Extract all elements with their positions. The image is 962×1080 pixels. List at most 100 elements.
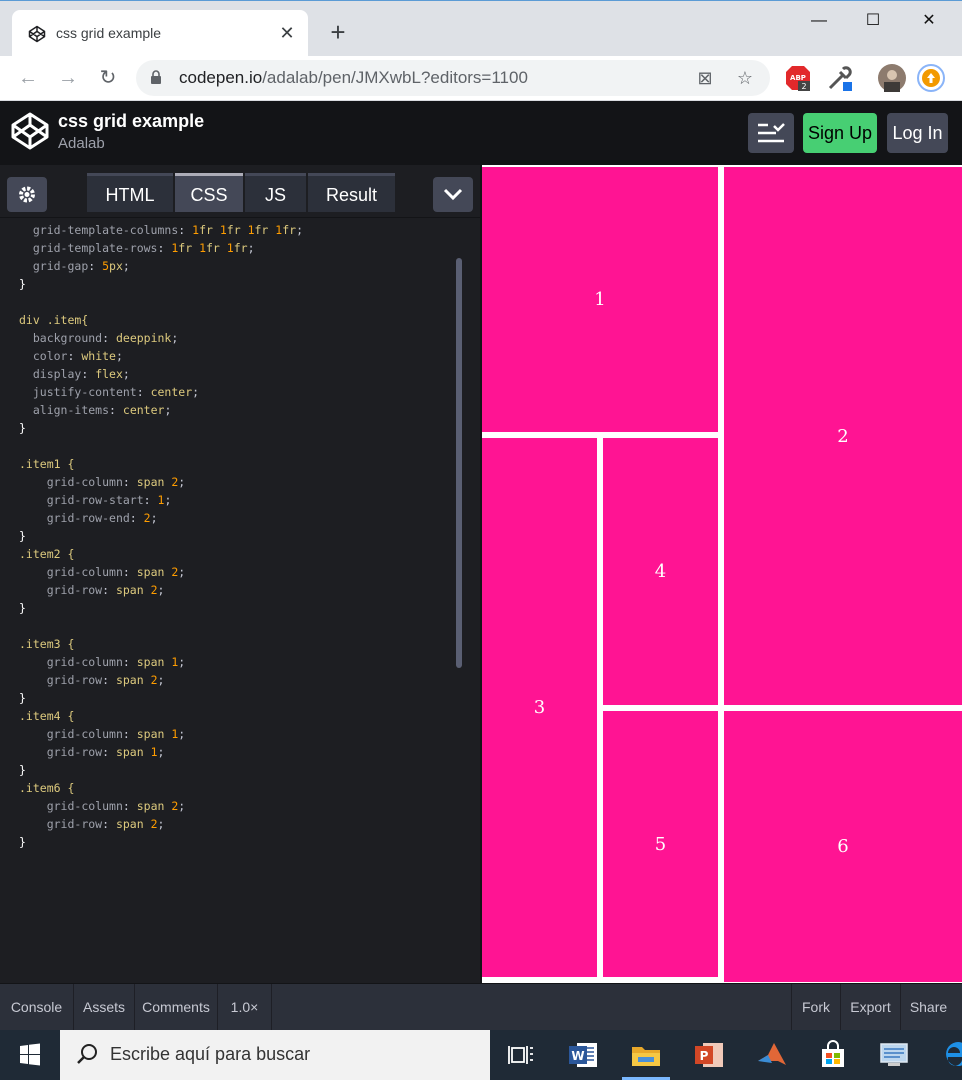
browser-toolbar: ← → ↻ codepen.io/adalab/pen/JMXwbL?edito…: [0, 56, 962, 101]
tab-html[interactable]: HTML: [87, 173, 173, 212]
code-line: }: [19, 835, 26, 849]
code-line: grid-row: span 1;: [46, 745, 165, 759]
translate-icon[interactable]: ⊠: [694, 67, 716, 89]
tab-js[interactable]: JS: [245, 173, 306, 212]
code-line: grid-column: span 1;: [46, 727, 186, 741]
grid-item-2: 2: [724, 167, 962, 705]
code-line: }: [19, 421, 26, 435]
tab-result[interactable]: Result: [308, 173, 395, 212]
tab-close-icon[interactable]: ✕: [276, 22, 298, 44]
code-line: grid-gap: 5px;: [32, 259, 130, 273]
code-line: .item2 {: [19, 547, 75, 561]
forward-arrow-icon[interactable]: →: [54, 64, 82, 92]
console-button[interactable]: Console: [0, 984, 74, 1031]
code-line: grid-column: span 2;: [46, 565, 186, 579]
grid-item-3: 3: [482, 438, 597, 977]
code-line: grid-template-rows: 1fr 1fr 1fr;: [32, 241, 255, 255]
windows-taskbar: Escribe aquí para buscar W P: [0, 1030, 962, 1080]
search-icon: [77, 1044, 97, 1064]
eyedropper-extension-icon[interactable]: [826, 64, 854, 92]
codepen-footer: Console Assets Comments 1.0× Fork Export…: [0, 983, 962, 1031]
adblock-extension-icon[interactable]: ABP 2: [784, 64, 812, 92]
editor-scrollbar[interactable]: [456, 258, 462, 668]
code-line: grid-template-columns: 1fr 1fr 1fr 1fr;: [32, 223, 304, 237]
code-line: background: deeppink;: [32, 331, 179, 345]
zoom-button[interactable]: 1.0×: [218, 984, 272, 1031]
windows-start-icon[interactable]: [0, 1030, 60, 1080]
comments-button[interactable]: Comments: [135, 984, 218, 1031]
grid-item-1: 1: [482, 167, 718, 432]
control-panel-icon[interactable]: [876, 1037, 912, 1073]
code-line: grid-column: span 2;: [46, 475, 186, 489]
tab-css[interactable]: CSS: [175, 173, 243, 212]
lock-icon: [151, 70, 161, 84]
code-line: }: [19, 529, 26, 543]
code-line: .item6 {: [19, 781, 75, 795]
change-view-button[interactable]: [748, 113, 794, 153]
code-line: color: white;: [32, 349, 123, 363]
code-line: }: [19, 601, 26, 615]
signup-button[interactable]: Sign Up: [803, 113, 877, 153]
code-line: grid-column: span 2;: [46, 799, 186, 813]
maximize-button[interactable]: ☐: [850, 7, 896, 35]
login-button[interactable]: Log In: [887, 113, 948, 153]
editor-tab-bar: HTML CSS JS Result: [0, 165, 480, 218]
powerpoint-icon[interactable]: P: [691, 1037, 727, 1073]
task-view-icon[interactable]: [502, 1037, 538, 1073]
code-line: grid-row: span 2;: [46, 817, 165, 831]
update-icon[interactable]: [917, 64, 945, 92]
grid-item-6: 6: [724, 711, 962, 982]
export-button[interactable]: Export: [840, 984, 900, 1031]
matlab-icon[interactable]: [754, 1037, 790, 1073]
code-line: align-items: center;: [32, 403, 172, 417]
svg-text:ABP: ABP: [790, 74, 806, 82]
store-icon[interactable]: [815, 1037, 851, 1073]
code-line: }: [19, 691, 26, 705]
taskbar-search[interactable]: Escribe aquí para buscar: [60, 1030, 490, 1080]
code-line: .item1 {: [19, 457, 75, 471]
reload-icon[interactable]: ↻: [94, 64, 122, 92]
layout-icon: [758, 123, 785, 143]
css-editor-panel: HTML CSS JS Result grid-template-columns…: [0, 165, 482, 983]
codepen-favicon-icon: [28, 25, 46, 43]
grid-item-4: 4: [603, 438, 718, 705]
code-line: grid-row: span 2;: [46, 673, 165, 687]
word-icon[interactable]: W: [565, 1037, 601, 1073]
share-button[interactable]: Share: [900, 984, 956, 1031]
search-placeholder: Escribe aquí para buscar: [110, 1044, 311, 1064]
code-line: display: flex;: [32, 367, 130, 381]
chevron-down-icon: [443, 188, 463, 201]
minimize-button[interactable]: —: [796, 7, 842, 35]
browser-tab[interactable]: css grid example ✕: [12, 10, 308, 57]
back-arrow-icon[interactable]: ←: [14, 64, 42, 92]
assets-button[interactable]: Assets: [74, 984, 135, 1031]
gear-icon: [19, 186, 35, 203]
close-window-button[interactable]: ✕: [906, 7, 952, 35]
code-line: grid-column: span 1;: [46, 655, 186, 669]
grid-item-5: 5: [603, 711, 718, 977]
new-tab-button[interactable]: +: [326, 19, 350, 45]
code-line: .item4 {: [19, 709, 75, 723]
bookmark-star-icon[interactable]: ☆: [734, 67, 756, 89]
code-line: justify-content: center;: [32, 385, 200, 399]
settings-button[interactable]: [7, 177, 47, 212]
svg-text:W: W: [571, 1049, 584, 1063]
code-line: grid-row-start: 1;: [46, 493, 172, 507]
file-explorer-icon[interactable]: [628, 1037, 664, 1073]
code-line: }: [19, 763, 26, 777]
tab-title: css grid example: [56, 25, 162, 41]
address-bar[interactable]: codepen.io/adalab/pen/JMXwbL?editors=110…: [136, 60, 770, 96]
css-code[interactable]: grid-template-columns: 1fr 1fr 1fr 1fr; …: [19, 221, 303, 851]
result-preview: 1 2 3 4 5 6: [482, 165, 962, 983]
fork-button[interactable]: Fork: [791, 984, 840, 1031]
codepen-logo-icon[interactable]: [10, 111, 50, 151]
edge-icon[interactable]: [936, 1037, 962, 1073]
editor-options-button[interactable]: [433, 177, 473, 212]
profile-avatar-icon[interactable]: [878, 64, 906, 92]
code-line: grid-row-end: 2;: [46, 511, 158, 525]
pen-author[interactable]: Adalab: [58, 135, 105, 152]
svg-text:2: 2: [801, 82, 806, 91]
